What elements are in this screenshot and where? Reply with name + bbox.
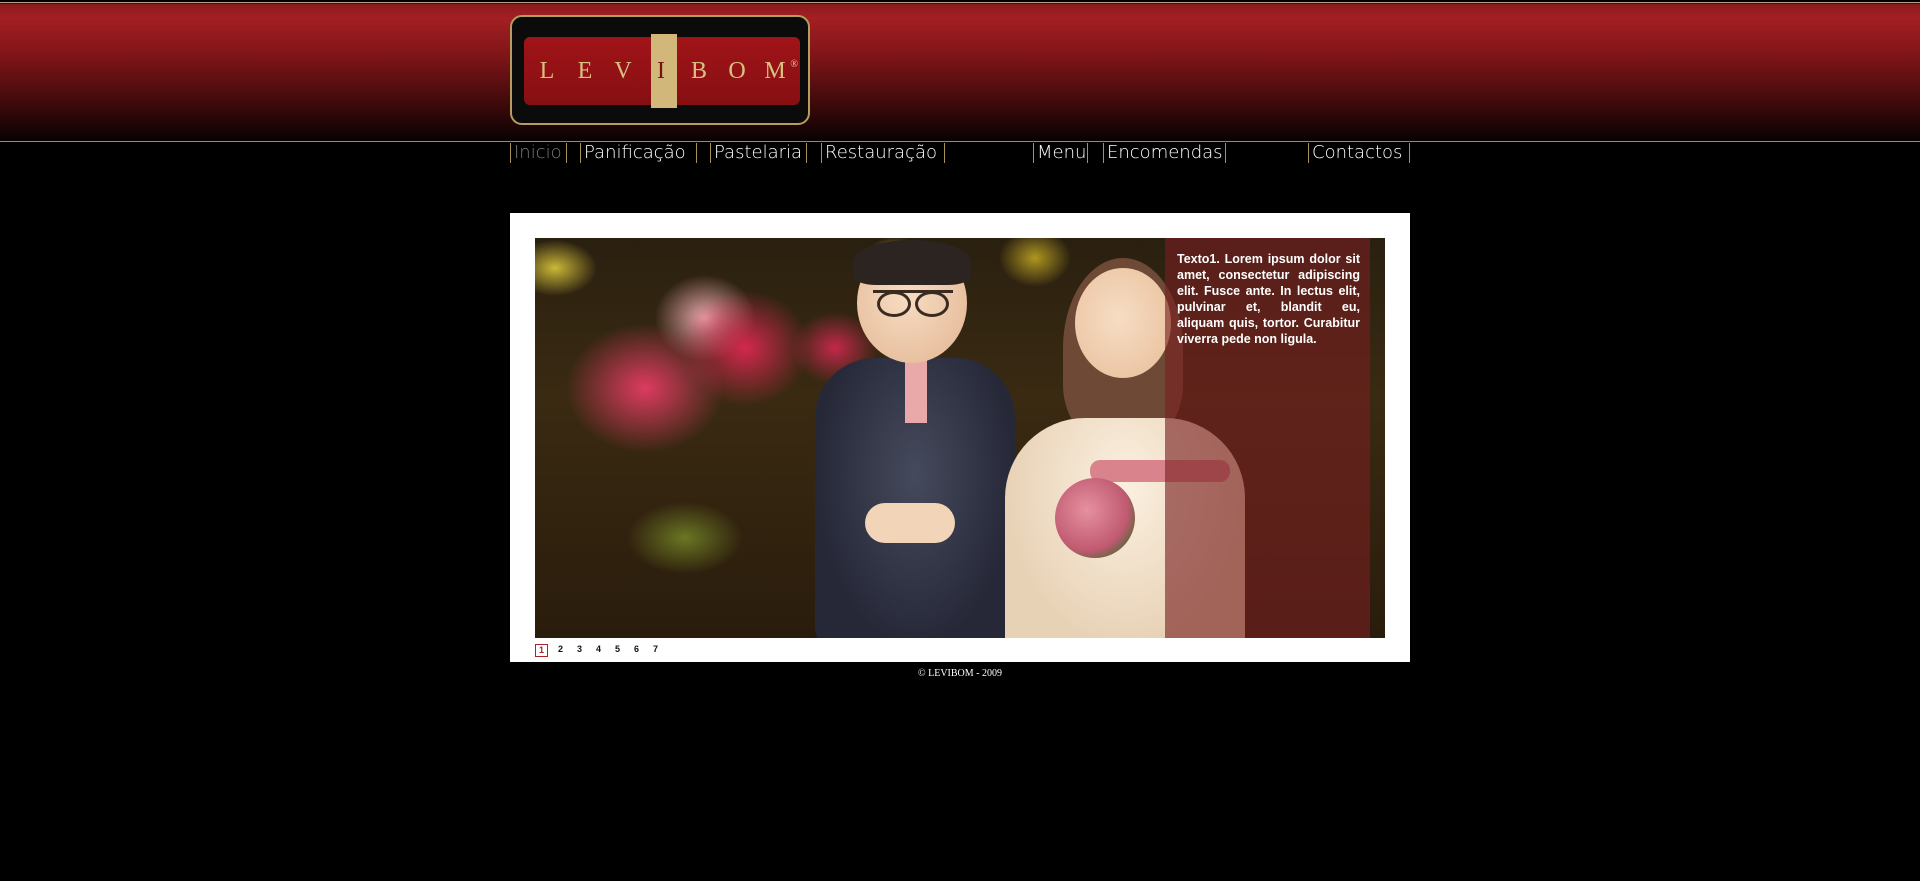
footer-copyright: © LEVIBOM - 2009 bbox=[918, 668, 1002, 679]
bride-head bbox=[1075, 268, 1171, 378]
nav-item-inicio[interactable]: Inicio bbox=[510, 143, 567, 163]
slide-caption-panel: Texto1. Lorem ipsum dolor sit amet, cons… bbox=[1165, 238, 1370, 638]
groom-shirt bbox=[905, 353, 927, 423]
slideshow-frame: Texto1. Lorem ipsum dolor sit amet, cons… bbox=[510, 213, 1410, 662]
header-band bbox=[0, 0, 1920, 142]
nav-item-encomendas[interactable]: Encomendas bbox=[1103, 143, 1226, 163]
pager-item-1[interactable]: 1 bbox=[535, 643, 548, 657]
logo-letter: B bbox=[690, 57, 707, 84]
pager-item-6[interactable]: 6 bbox=[630, 644, 643, 657]
header-top-line bbox=[0, 2, 1920, 3]
logo-letter: E bbox=[577, 57, 593, 84]
nav-item-pastelaria[interactable]: Pastelaria bbox=[710, 143, 807, 163]
logo-plate: L E V I B O M ® bbox=[524, 34, 800, 108]
pager-item-2[interactable]: 2 bbox=[554, 644, 567, 657]
groom-hands bbox=[865, 503, 955, 543]
nav-item-panificacao[interactable]: Panificação bbox=[580, 143, 697, 163]
logo-letter: L bbox=[539, 57, 555, 84]
logo-letter-highlighted: I bbox=[657, 57, 665, 84]
slide-pager: 1 2 3 4 5 6 7 bbox=[535, 643, 668, 657]
groom-glasses bbox=[873, 290, 953, 317]
bouquet bbox=[1055, 478, 1135, 558]
header-divider-line bbox=[0, 141, 1920, 142]
logo-letter: V bbox=[614, 57, 632, 84]
pager-item-7[interactable]: 7 bbox=[649, 644, 662, 657]
slide-caption-text: Texto1. Lorem ipsum dolor sit amet, cons… bbox=[1177, 252, 1360, 346]
nav-item-restauracao[interactable]: Restauração bbox=[821, 143, 945, 163]
pager-item-5[interactable]: 5 bbox=[611, 644, 624, 657]
registered-mark: ® bbox=[790, 59, 798, 70]
slide-image-wedding-cake-toppers[interactable]: Texto1. Lorem ipsum dolor sit amet, cons… bbox=[535, 238, 1385, 638]
logo-letter: M bbox=[764, 57, 786, 84]
nav-item-contactos[interactable]: Contactos bbox=[1308, 143, 1410, 163]
groom-hair bbox=[853, 240, 971, 285]
pager-item-3[interactable]: 3 bbox=[573, 644, 586, 657]
levibom-logo[interactable]: L E V I B O M ® bbox=[510, 15, 810, 125]
main-nav: Inicio Panificação Pastelaria Restauraçã… bbox=[0, 143, 1920, 165]
logo-letter: O bbox=[728, 57, 746, 84]
pager-item-4[interactable]: 4 bbox=[592, 644, 605, 657]
nav-item-menu[interactable]: Menu bbox=[1033, 143, 1088, 163]
